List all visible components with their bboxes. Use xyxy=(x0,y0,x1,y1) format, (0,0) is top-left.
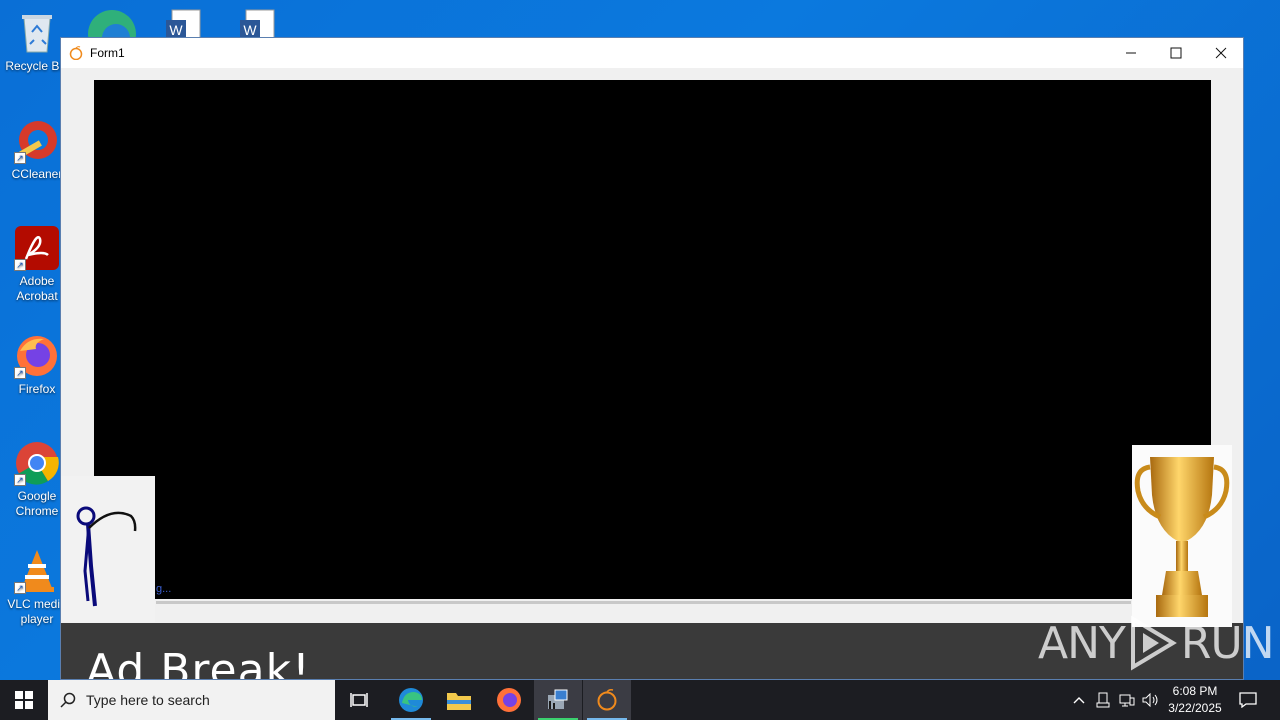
adobe-acrobat-icon: ↗ xyxy=(14,225,60,271)
desktop-icon-label: CCleaner xyxy=(11,167,63,181)
stick-figure-image xyxy=(61,476,155,622)
loading-text: g... xyxy=(156,583,172,595)
taskbar-edge[interactable] xyxy=(387,680,435,720)
desktop-word-document-icon-2[interactable]: W xyxy=(238,8,278,38)
task-view-button[interactable] xyxy=(336,680,384,720)
desktop-edge-icon[interactable] xyxy=(86,4,138,38)
desktop-icon-label: Adobe Acrobat xyxy=(16,274,58,303)
minimize-icon xyxy=(1126,52,1136,54)
form1-window[interactable]: Form1 g... Ad Break! xyxy=(60,37,1244,680)
taskbar: 6:08 PM 3/22/2025 xyxy=(0,680,1280,720)
desktop-icon-label: VLC media player xyxy=(7,597,67,626)
firefox-icon: ↗ xyxy=(14,333,60,379)
shortcut-arrow-icon: ↗ xyxy=(14,474,26,486)
seek-bar[interactable] xyxy=(156,601,1131,604)
network-button[interactable] xyxy=(1116,680,1138,720)
ccleaner-icon: ↗ xyxy=(14,118,60,164)
recycle-bin-icon xyxy=(14,10,60,56)
notification-center-button[interactable] xyxy=(1234,680,1262,720)
search-input[interactable] xyxy=(84,691,328,709)
shortcut-arrow-icon: ↗ xyxy=(14,367,26,379)
clock-date: 3/22/2025 xyxy=(1168,701,1222,715)
ad-break-text: Ad Break! xyxy=(86,645,311,680)
desktop-icon-label: Firefox xyxy=(18,382,56,396)
desktop-word-document-icon[interactable]: W xyxy=(164,8,204,38)
notification-icon xyxy=(1239,692,1257,708)
shortcut-arrow-icon: ↗ xyxy=(14,152,26,164)
network-tool-icon xyxy=(548,689,568,709)
form1-app-icon xyxy=(597,689,617,711)
taskbar-firefox[interactable] xyxy=(485,680,533,720)
maximize-icon xyxy=(1170,47,1182,59)
vlc-icon: ↗ xyxy=(14,548,60,594)
close-icon xyxy=(1215,47,1227,59)
taskbar-clock[interactable]: 6:08 PM 3/22/2025 xyxy=(1158,683,1232,717)
video-player-area[interactable] xyxy=(94,80,1211,599)
tray-device-icon-button[interactable] xyxy=(1093,680,1113,720)
network-icon xyxy=(1119,694,1135,707)
show-hidden-icons-button[interactable] xyxy=(1068,680,1090,720)
firefox-icon xyxy=(497,688,521,712)
anyrun-watermark: ANY RUN xyxy=(1038,615,1275,671)
form1-app-icon xyxy=(69,46,83,61)
taskbar-search-box[interactable] xyxy=(48,680,335,720)
chevron-up-icon xyxy=(1073,697,1085,704)
trophy-image xyxy=(1132,445,1232,627)
chrome-icon: ↗ xyxy=(14,440,60,486)
start-button[interactable] xyxy=(0,680,48,720)
file-explorer-icon xyxy=(447,693,471,710)
shortcut-arrow-icon: ↗ xyxy=(14,582,26,594)
close-button[interactable] xyxy=(1198,38,1243,68)
taskbar-form1-app[interactable] xyxy=(583,680,631,720)
desktop-icon-label: Google Chrome xyxy=(15,489,59,518)
clock-time: 6:08 PM xyxy=(1172,684,1218,698)
edge-icon xyxy=(399,688,423,712)
watermark-text-left: ANY xyxy=(1038,617,1126,669)
usb-device-icon xyxy=(1096,692,1110,708)
window-titlebar[interactable]: Form1 xyxy=(61,38,1243,68)
svg-text:W: W xyxy=(169,22,183,38)
search-icon xyxy=(60,692,76,708)
taskbar-network-tool[interactable] xyxy=(534,680,582,720)
window-title: Form1 xyxy=(90,46,125,60)
watermark-text-right: RUN xyxy=(1180,617,1275,669)
windows-logo-icon xyxy=(15,691,33,709)
taskbar-file-explorer[interactable] xyxy=(435,680,483,720)
task-view-icon xyxy=(350,693,368,707)
svg-text:W: W xyxy=(243,22,257,38)
minimize-button[interactable] xyxy=(1108,38,1154,68)
shortcut-arrow-icon: ↗ xyxy=(14,259,26,271)
play-logo-icon xyxy=(1130,615,1177,671)
maximize-button[interactable] xyxy=(1153,38,1199,68)
